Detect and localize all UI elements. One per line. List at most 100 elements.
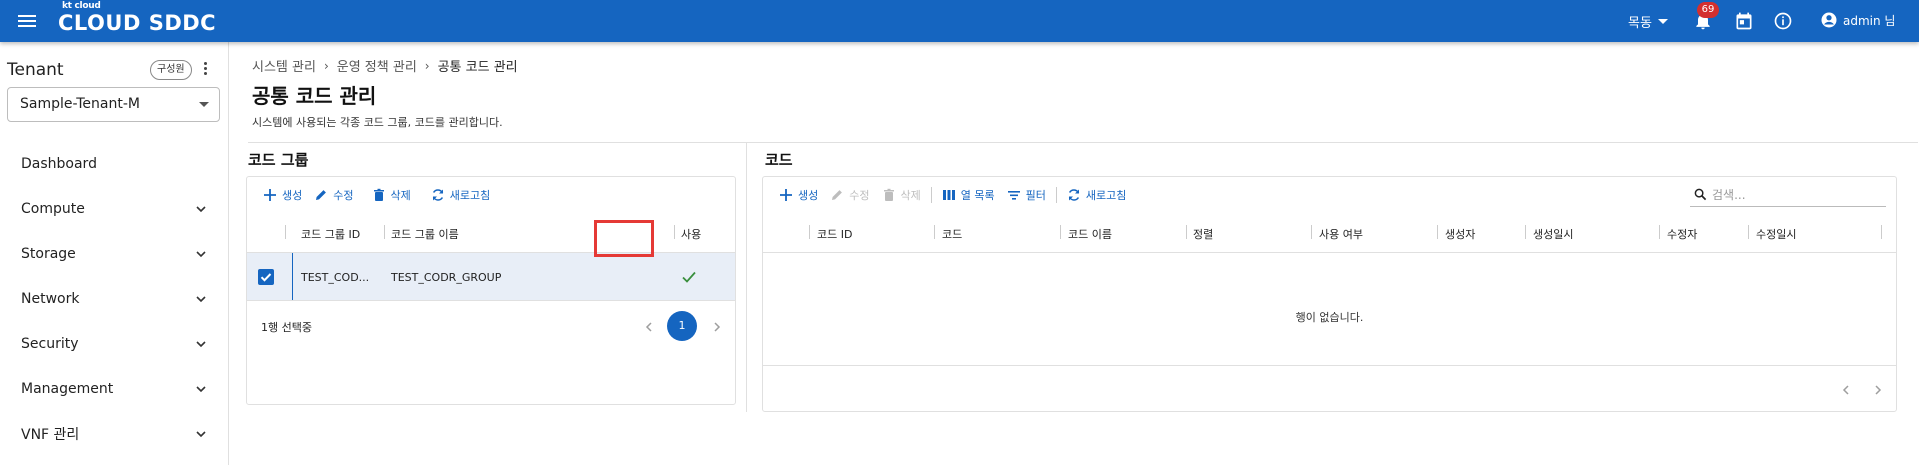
chevron-down-icon — [196, 341, 206, 348]
page-button[interactable]: 1 — [667, 311, 697, 341]
vertical-divider — [746, 142, 747, 412]
empty-message: 행이 없습니다. — [1295, 311, 1364, 324]
refresh-icon — [1068, 189, 1080, 201]
notification-badge: 69 — [1697, 2, 1719, 18]
sidebar-item-vnf[interactable]: VNF 관리 — [0, 412, 229, 456]
refresh-icon — [432, 189, 443, 201]
account-icon — [1821, 12, 1837, 28]
column-header[interactable]: 생성일시 — [1533, 226, 1573, 242]
column-separator — [674, 225, 675, 239]
divider — [763, 365, 1896, 366]
cell-code-group-name: TEST_CODR_GROUP — [391, 271, 502, 284]
column-header[interactable]: 코드 그룹 ID — [301, 226, 360, 242]
column-separator — [809, 225, 810, 239]
column-header[interactable]: 생성자 — [1445, 226, 1475, 242]
calendar-icon[interactable] — [1734, 11, 1754, 31]
column-separator — [285, 225, 286, 239]
search-input[interactable] — [1712, 187, 1872, 202]
caret-down-icon — [1657, 19, 1668, 24]
delete-button[interactable]: 삭제 — [876, 183, 927, 207]
sidebar-item-label: Security — [21, 336, 79, 352]
page-title: 공통 코드 관리 — [252, 84, 377, 108]
caret-down-icon — [199, 102, 209, 107]
column-separator — [1437, 225, 1438, 239]
chevron-right-icon: › — [323, 58, 329, 73]
sidebar-item-dashboard[interactable]: Dashboard — [0, 142, 229, 186]
column-header[interactable]: 코드 그룹 이름 — [391, 226, 459, 242]
plus-icon — [264, 189, 276, 201]
more-vert-icon[interactable] — [203, 62, 209, 78]
cell-code-group-id: TEST_COD... — [301, 271, 370, 284]
create-button[interactable]: 생성 — [773, 183, 824, 207]
filter-icon — [1007, 191, 1020, 200]
column-header[interactable]: 코드 ID — [817, 226, 852, 242]
code-group-grid-footer: 1행 선택중 1 — [247, 302, 735, 350]
tenant-select-value: Sample-Tenant-M — [20, 96, 140, 112]
chevron-down-icon — [196, 206, 206, 213]
page-description: 시스템에 사용되는 각종 코드 그룹, 코드를 관리합니다. — [252, 116, 503, 129]
delete-button[interactable]: 삭제 — [366, 183, 417, 207]
tenant-select[interactable]: Sample-Tenant-M — [7, 87, 220, 122]
chevron-down-icon — [196, 431, 206, 438]
user-name: admin 님 — [1843, 13, 1896, 28]
delete-button-label: 삭제 — [900, 189, 921, 202]
column-header[interactable]: 수정자 — [1667, 226, 1697, 242]
code-group-toolbar: 생성 수정 삭제 새로고침 — [247, 177, 496, 213]
divider — [248, 142, 1918, 143]
edit-button[interactable]: 수정 — [308, 183, 359, 207]
table-row[interactable]: TEST_COD... TEST_CODR_GROUP — [247, 253, 735, 301]
menu-icon[interactable] — [18, 12, 36, 28]
top-app-bar: kt cloud CLOUD SDDC 목동 69 admin 님 — [0, 0, 1919, 42]
column-separator — [1881, 225, 1882, 239]
sidebar-item-label: Dashboard — [21, 156, 97, 172]
column-separator — [1525, 225, 1526, 239]
column-header[interactable]: 코드 — [942, 226, 962, 242]
code-toolbar: 생성 수정 삭제 열 목록 필터 새로고침 — [763, 177, 1132, 213]
sidebar-item-storage[interactable]: Storage — [0, 232, 229, 276]
column-header[interactable]: 사용 여부 — [1319, 226, 1363, 242]
search-field[interactable] — [1690, 183, 1886, 207]
edit-button-label: 수정 — [849, 189, 870, 202]
sidebar-item-label: Storage — [21, 246, 76, 262]
columns-button-label: 열 목록 — [960, 189, 995, 202]
sidebar-item-network[interactable]: Network — [0, 277, 229, 321]
column-header[interactable]: 수정일시 — [1756, 226, 1796, 242]
sidebar-item-compute[interactable]: Compute — [0, 187, 229, 231]
column-separator — [384, 225, 385, 239]
create-button-label: 생성 — [282, 189, 303, 202]
column-header[interactable]: 코드 이름 — [1068, 226, 1112, 242]
sidebar-item-security[interactable]: Security — [0, 322, 229, 366]
view-column-icon — [942, 190, 955, 200]
breadcrumb-item[interactable]: 운영 정책 관리 — [337, 56, 417, 75]
chevron-left-icon[interactable] — [642, 320, 656, 334]
delete-button-label: 삭제 — [390, 189, 411, 202]
role-chip: 구성원 — [150, 60, 192, 80]
info-icon[interactable] — [1773, 11, 1793, 31]
refresh-button[interactable]: 새로고침 — [1061, 183, 1132, 207]
row-checkbox[interactable] — [258, 269, 274, 285]
sidebar-item-label: Compute — [21, 201, 85, 217]
create-button[interactable]: 생성 — [257, 183, 308, 207]
code-grid-header: 코드 ID 코드 코드 이름 정렬 사용 여부 생성자 생성일시 수정자 수정일… — [763, 213, 1896, 253]
code-group-grid-header: 코드 그룹 ID 코드 그룹 이름 사용 — [247, 213, 735, 253]
breadcrumb-item[interactable]: 시스템 관리 — [252, 56, 316, 75]
sidebar-item-management[interactable]: Management — [0, 367, 229, 411]
create-button-label: 생성 — [798, 189, 819, 202]
chevron-left-icon[interactable] — [1839, 383, 1853, 397]
region-select[interactable]: 목동 — [1628, 12, 1668, 31]
chevron-down-icon — [196, 386, 206, 393]
edit-button[interactable]: 수정 — [824, 183, 875, 207]
column-separator — [1186, 225, 1187, 239]
refresh-button[interactable]: 새로고침 — [425, 183, 496, 207]
user-menu[interactable]: admin 님 — [1820, 11, 1895, 29]
column-separator — [1311, 225, 1312, 239]
chevron-right-icon[interactable] — [1871, 383, 1885, 397]
selection-count: 1행 선택중 — [261, 321, 312, 334]
edit-button-label: 수정 — [333, 189, 354, 202]
filter-button[interactable]: 필터 — [1001, 183, 1052, 207]
column-header[interactable]: 사용 — [681, 226, 701, 242]
chevron-right-icon[interactable] — [710, 320, 724, 334]
columns-button[interactable]: 열 목록 — [936, 183, 1001, 207]
column-header[interactable]: 정렬 — [1193, 226, 1213, 242]
brand-main-text: CLOUD SDDC — [58, 11, 217, 35]
